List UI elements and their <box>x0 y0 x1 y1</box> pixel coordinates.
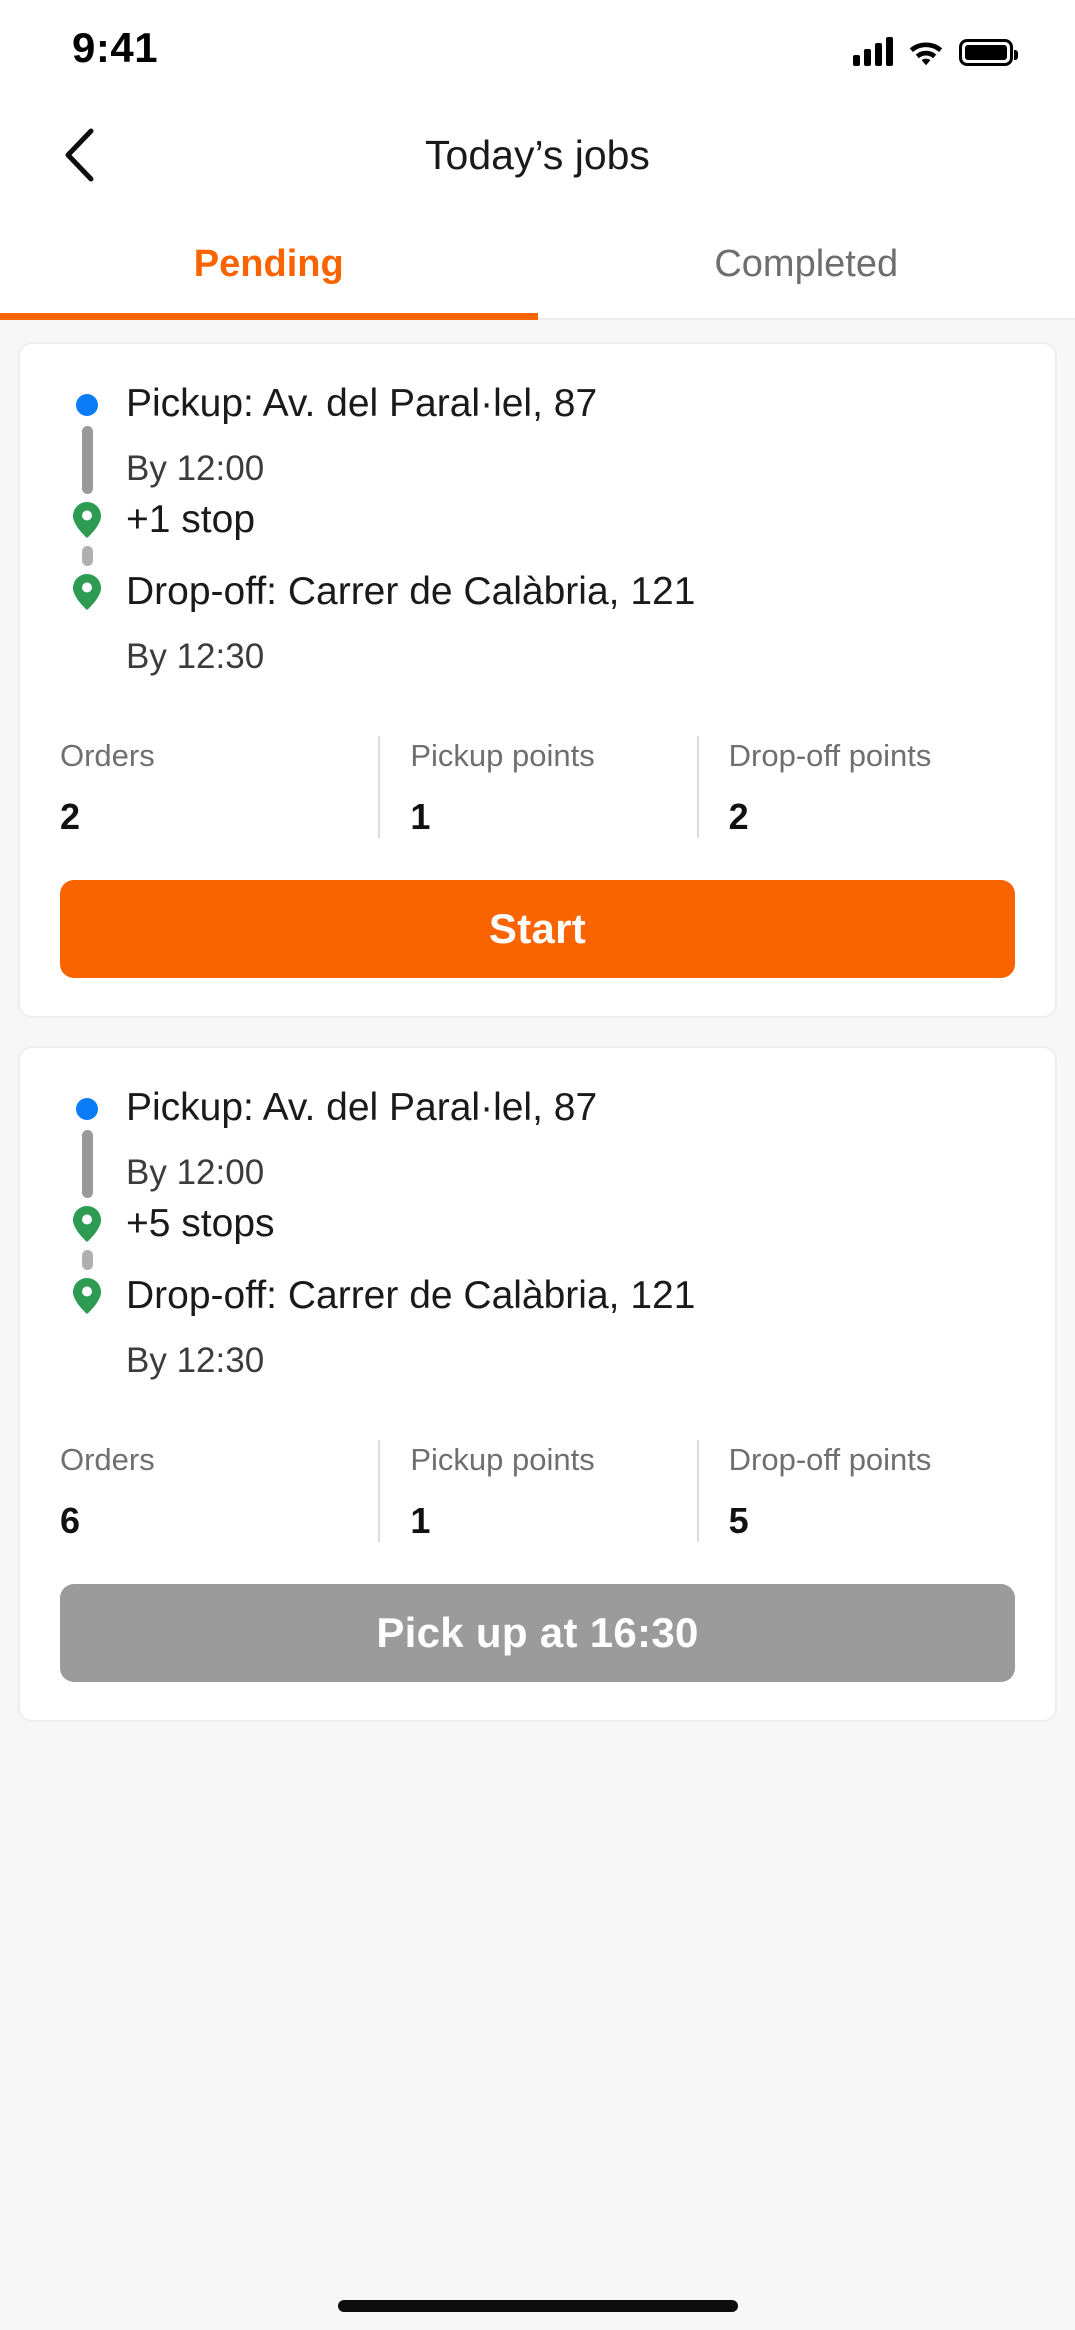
pickup-time: By 12:00 <box>126 448 265 488</box>
pickup-dot-icon <box>76 1098 98 1121</box>
job-card[interactable]: Pickup: Av. del Paral·lel, 87 By 12:00 +… <box>18 342 1057 1019</box>
route-text: Drop-off: Carrer de Calàbria, 121 By 12:… <box>114 566 1015 680</box>
stat-orders: Orders 6 <box>60 1440 378 1542</box>
stat-label: Orders <box>60 1442 155 1478</box>
stat-dropoff-points: Drop-off points 2 <box>696 735 1015 839</box>
dropoff-address: Drop-off: Carrer de Calàbria, 121 <box>126 570 696 613</box>
route-text: Pickup: Av. del Paral·lel, 87 By 12:00 <box>114 1082 1015 1196</box>
pickup-address: Pickup: Av. del Paral·lel, 87 <box>126 1086 598 1130</box>
route-connector-dot <box>81 1250 93 1271</box>
stat-dropoff-points: Drop-off points 5 <box>696 1440 1015 1543</box>
marker-column <box>60 1270 114 1315</box>
route-connector-dot <box>81 546 93 566</box>
pickup-address: Pickup: Av. del Paral·lel, 87 <box>126 382 598 425</box>
marker-column <box>60 494 114 566</box>
map-pin-icon <box>73 574 101 610</box>
marker-column <box>60 378 114 494</box>
route-text: +5 stops <box>114 1198 1015 1251</box>
status-bar: 9:41 <box>0 0 1075 100</box>
chevron-left-icon <box>65 128 94 182</box>
route-text: +1 stop <box>114 494 1015 547</box>
tab-bar: Pending Completed <box>0 210 1075 320</box>
page-title: Today’s jobs <box>425 131 650 178</box>
pickup-time: By 12:00 <box>126 1152 265 1192</box>
start-button[interactable]: Start <box>60 880 1015 979</box>
stat-label: Pickup points <box>410 1442 595 1478</box>
stat-label: Drop-off points <box>728 737 932 773</box>
signal-bars-icon <box>853 36 893 66</box>
jobs-list: Pickup: Av. del Paral·lel, 87 By 12:00 +… <box>0 320 1075 2330</box>
marker-column <box>60 1082 114 1199</box>
stat-value: 2 <box>60 796 81 838</box>
pick-up-at-button[interactable]: Pick up at 16:30 <box>60 1584 1015 1683</box>
pickup-dot-icon <box>76 394 98 416</box>
route-row-stops: +1 stop <box>60 494 1015 566</box>
route-row-dropoff: Drop-off: Carrer de Calàbria, 121 By 12:… <box>60 566 1015 680</box>
home-indicator <box>337 2300 738 2312</box>
route-summary: Pickup: Av. del Paral·lel, 87 By 12:00 +… <box>60 378 1015 680</box>
phone-screen: 9:41 Today’s jobs Pending Completed Pick… <box>0 0 1075 2330</box>
battery-full-icon <box>959 39 1018 66</box>
job-stats: Orders 6 Pickup points 1 Drop-off points… <box>60 1440 1015 1543</box>
stat-value: 1 <box>410 796 431 838</box>
dropoff-time: By 12:30 <box>126 1340 265 1380</box>
route-row-dropoff: Drop-off: Carrer de Calàbria, 121 By 12:… <box>60 1270 1015 1384</box>
route-text: Pickup: Av. del Paral·lel, 87 By 12:00 <box>114 378 1015 492</box>
stat-pickup-points: Pickup points 1 <box>378 735 696 839</box>
navigation-bar: Today’s jobs <box>0 100 1075 210</box>
stat-value: 6 <box>60 1500 81 1542</box>
stat-label: Drop-off points <box>728 1442 932 1478</box>
tab-pending[interactable]: Pending <box>0 210 538 320</box>
route-connector <box>81 426 93 494</box>
stat-label: Orders <box>60 737 155 773</box>
map-pin-icon <box>73 1278 101 1315</box>
marker-column <box>60 566 114 610</box>
extra-stops-label: +1 stop <box>126 498 256 541</box>
stat-orders: Orders 2 <box>60 736 378 838</box>
route-summary: Pickup: Av. del Paral·lel, 87 By 12:00 +… <box>60 1082 1015 1384</box>
route-row-pickup: Pickup: Av. del Paral·lel, 87 By 12:00 <box>60 378 1015 494</box>
status-bar-icons <box>853 30 1018 66</box>
job-card[interactable]: Pickup: Av. del Paral·lel, 87 By 12:00 +… <box>18 1046 1057 1723</box>
extra-stops-label: +5 stops <box>126 1202 275 1246</box>
map-pin-icon <box>73 1206 101 1243</box>
route-row-stops: +5 stops <box>60 1198 1015 1271</box>
route-row-pickup: Pickup: Av. del Paral·lel, 87 By 12:00 <box>60 1082 1015 1199</box>
back-button[interactable] <box>48 124 110 186</box>
marker-column <box>60 1198 114 1271</box>
stat-value: 5 <box>728 1500 749 1542</box>
route-connector <box>81 1130 93 1199</box>
stat-value: 1 <box>410 1500 431 1542</box>
dropoff-address: Drop-off: Carrer de Calàbria, 121 <box>126 1274 696 1318</box>
wifi-icon <box>909 42 943 66</box>
route-text: Drop-off: Carrer de Calàbria, 121 By 12:… <box>114 1270 1015 1384</box>
dropoff-time: By 12:30 <box>126 636 265 676</box>
tab-completed[interactable]: Completed <box>538 210 1075 318</box>
stat-label: Pickup points <box>410 737 595 773</box>
job-stats: Orders 2 Pickup points 1 Drop-off points… <box>60 735 1015 839</box>
map-pin-icon <box>73 502 101 538</box>
status-bar-time: 9:41 <box>72 24 159 71</box>
stat-pickup-points: Pickup points 1 <box>378 1440 696 1543</box>
stat-value: 2 <box>728 796 749 838</box>
